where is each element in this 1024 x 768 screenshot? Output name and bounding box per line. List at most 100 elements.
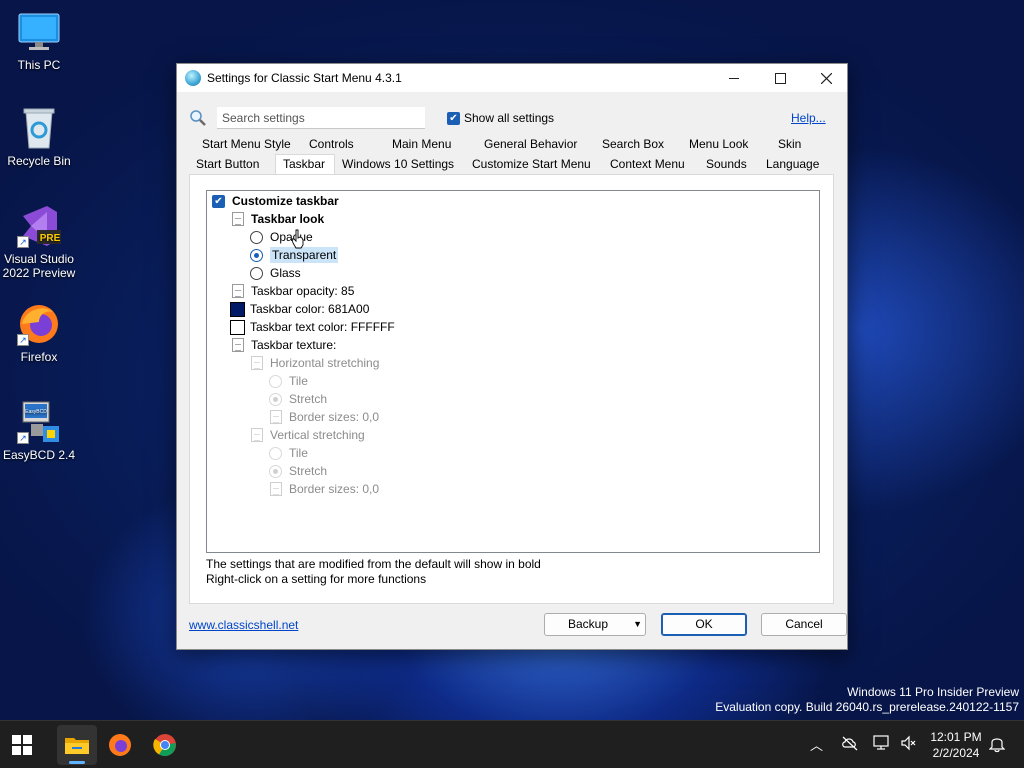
folder-icon — [65, 738, 89, 754]
ok-button[interactable]: OK — [661, 613, 747, 636]
system-clock[interactable]: 12:01 PM 2/2/2024 — [922, 729, 990, 761]
tab-customize-start-menu[interactable]: Customize Start Menu — [465, 154, 603, 174]
taskbar-look-item[interactable]: Taskbar look — [232, 210, 324, 228]
watermark-build: Evaluation copy. Build 26040.rs_prerelea… — [715, 700, 1019, 714]
network-icon[interactable] — [873, 735, 891, 751]
shortcut-arrow-icon: ↗ — [17, 334, 29, 346]
tab-controls[interactable]: Controls — [302, 134, 385, 154]
tab-start-menu-style[interactable]: Start Menu Style — [195, 134, 302, 154]
pre-badge: PRE — [40, 233, 61, 244]
notification-bell-icon[interactable] — [989, 735, 1005, 753]
taskbar-texture-item[interactable]: Taskbar texture: — [232, 336, 336, 354]
chrome-taskbar-button[interactable] — [145, 725, 185, 765]
firefox-icon: ↗ — [17, 302, 61, 346]
tab-general-behavior[interactable]: General Behavior — [477, 134, 595, 154]
customize-taskbar-checkbox[interactable]: ✔ Customize taskbar — [212, 192, 339, 210]
tab-start-button[interactable]: Start Button — [189, 154, 275, 174]
tab-menu-look[interactable]: Menu Look — [682, 134, 771, 154]
dropdown-arrow-icon: ▼ — [633, 619, 642, 629]
close-icon — [820, 72, 832, 84]
desktop-icon-label: EasyBCD 2.4 — [2, 448, 76, 462]
search-input[interactable] — [217, 107, 425, 129]
onedrive-offline-icon[interactable] — [841, 735, 859, 751]
firefox-taskbar-button[interactable] — [100, 725, 140, 765]
desktop-icon-recycle-bin[interactable]: Recycle Bin — [1, 106, 77, 168]
radio-circle — [250, 266, 263, 280]
evaluation-watermark: Windows 11 Pro Insider Preview Evaluatio… — [715, 685, 1019, 715]
volume-muted-icon[interactable] — [900, 735, 918, 751]
close-button[interactable] — [803, 64, 849, 92]
v-border-sizes-item: Border sizes: 0,0 — [270, 480, 379, 498]
h-tile-radio: Tile — [269, 372, 308, 390]
h-border-sizes-item: Border sizes: 0,0 — [270, 408, 379, 426]
radio-circle — [250, 230, 263, 244]
v-tile-radio: Tile — [269, 444, 308, 462]
clock-date: 2/2/2024 — [932, 746, 980, 760]
cancel-button[interactable]: Cancel — [761, 613, 847, 636]
tab-windows-10-settings[interactable]: Windows 10 Settings — [335, 154, 465, 174]
window-title: Settings for Classic Start Menu 4.3.1 — [207, 71, 402, 85]
maximize-icon — [774, 72, 786, 84]
clock-time: 12:01 PM — [930, 730, 982, 744]
backup-button[interactable]: Backup ▼ — [544, 613, 646, 636]
radio-circle — [250, 248, 263, 262]
footer-note: The settings that are modified from the … — [206, 557, 541, 587]
backup-label: Backup — [567, 617, 609, 631]
visual-studio-icon: PRE ↗ — [17, 204, 63, 248]
setting-page-icon — [232, 284, 244, 298]
note-bold-info: The settings that are modified from the … — [206, 557, 541, 571]
checkmark-icon: ✔ — [212, 194, 225, 208]
classicshell-website-link[interactable]: www.classicshell.net — [189, 618, 298, 632]
tab-search-box[interactable]: Search Box — [595, 134, 682, 154]
recycle-bin-icon — [17, 106, 61, 150]
desktop-icon-label: Visual Studio 2022 Preview — [2, 252, 76, 280]
tab-main-menu[interactable]: Main Menu — [385, 134, 477, 154]
settings-window: Settings for Classic Start Menu 4.3.1 ✔ … — [176, 63, 848, 650]
search-icon — [190, 110, 206, 126]
radio-circle — [269, 446, 282, 460]
radio-circle — [269, 392, 282, 406]
taskbar-opacity-item[interactable]: Taskbar opacity: 85 — [232, 282, 354, 300]
show-all-settings-checkbox[interactable]: ✔ Show all settings — [447, 111, 554, 125]
monitor-icon — [17, 10, 61, 54]
taskbar: ︿ 12:01 PM 2/2/2024 — [0, 720, 1024, 768]
chrome-icon — [153, 734, 176, 757]
setting-page-icon — [251, 428, 263, 442]
radio-circle — [269, 374, 282, 388]
tab-row-1: Start Menu Style Controls Main Menu Gene… — [195, 134, 821, 154]
file-explorer-button[interactable] — [57, 725, 97, 765]
tab-language[interactable]: Language — [759, 154, 833, 174]
desktop-icon-visual-studio[interactable]: PRE ↗ Visual Studio 2022 Preview — [1, 204, 77, 280]
show-all-settings-label: Show all settings — [464, 111, 555, 125]
taskbar-color-item[interactable]: Taskbar color: 681A00 — [230, 300, 369, 318]
checkmark-icon: ✔ — [447, 111, 460, 125]
maximize-button[interactable] — [757, 64, 803, 92]
settings-content: ✔ Show all settings Help... Start Menu S… — [189, 101, 847, 636]
desktop-icon-easybcd[interactable]: EasyBCD ↗ EasyBCD 2.4 — [1, 400, 77, 462]
desktop-icon-this-pc[interactable]: This PC — [1, 10, 77, 72]
minimize-icon — [728, 77, 739, 79]
desktop-icon-label: Recycle Bin — [7, 154, 71, 168]
setting-page-icon — [270, 410, 282, 424]
note-right-click-info: Right-click on a setting for more functi… — [206, 572, 427, 586]
title-bar[interactable]: Settings for Classic Start Menu 4.3.1 — [177, 64, 847, 92]
help-link[interactable]: Help... — [791, 111, 826, 125]
glass-radio[interactable]: Glass — [250, 264, 301, 282]
desktop-icon-firefox[interactable]: ↗ Firefox — [1, 302, 77, 364]
show-hidden-icons-chevron-icon[interactable]: ︿ — [810, 735, 823, 754]
minimize-button[interactable] — [711, 64, 757, 92]
tab-skin[interactable]: Skin — [771, 134, 821, 154]
start-button[interactable] — [2, 725, 42, 765]
v-stretch-radio: Stretch — [269, 462, 327, 480]
tab-sounds[interactable]: Sounds — [699, 154, 759, 174]
taskbar-color-swatch — [230, 301, 245, 317]
setting-page-icon — [270, 482, 282, 496]
windows-logo-icon — [12, 735, 32, 755]
setting-page-icon — [232, 212, 244, 226]
shortcut-arrow-icon: ↗ — [17, 432, 29, 444]
taskbar-text-color-item[interactable]: Taskbar text color: FFFFFF — [230, 318, 395, 336]
setting-page-icon — [232, 338, 244, 352]
settings-tree[interactable]: ✔ Customize taskbar Taskbar look Opaque … — [206, 190, 820, 553]
tab-taskbar[interactable]: Taskbar — [275, 154, 335, 174]
tab-context-menu[interactable]: Context Menu — [603, 154, 699, 174]
